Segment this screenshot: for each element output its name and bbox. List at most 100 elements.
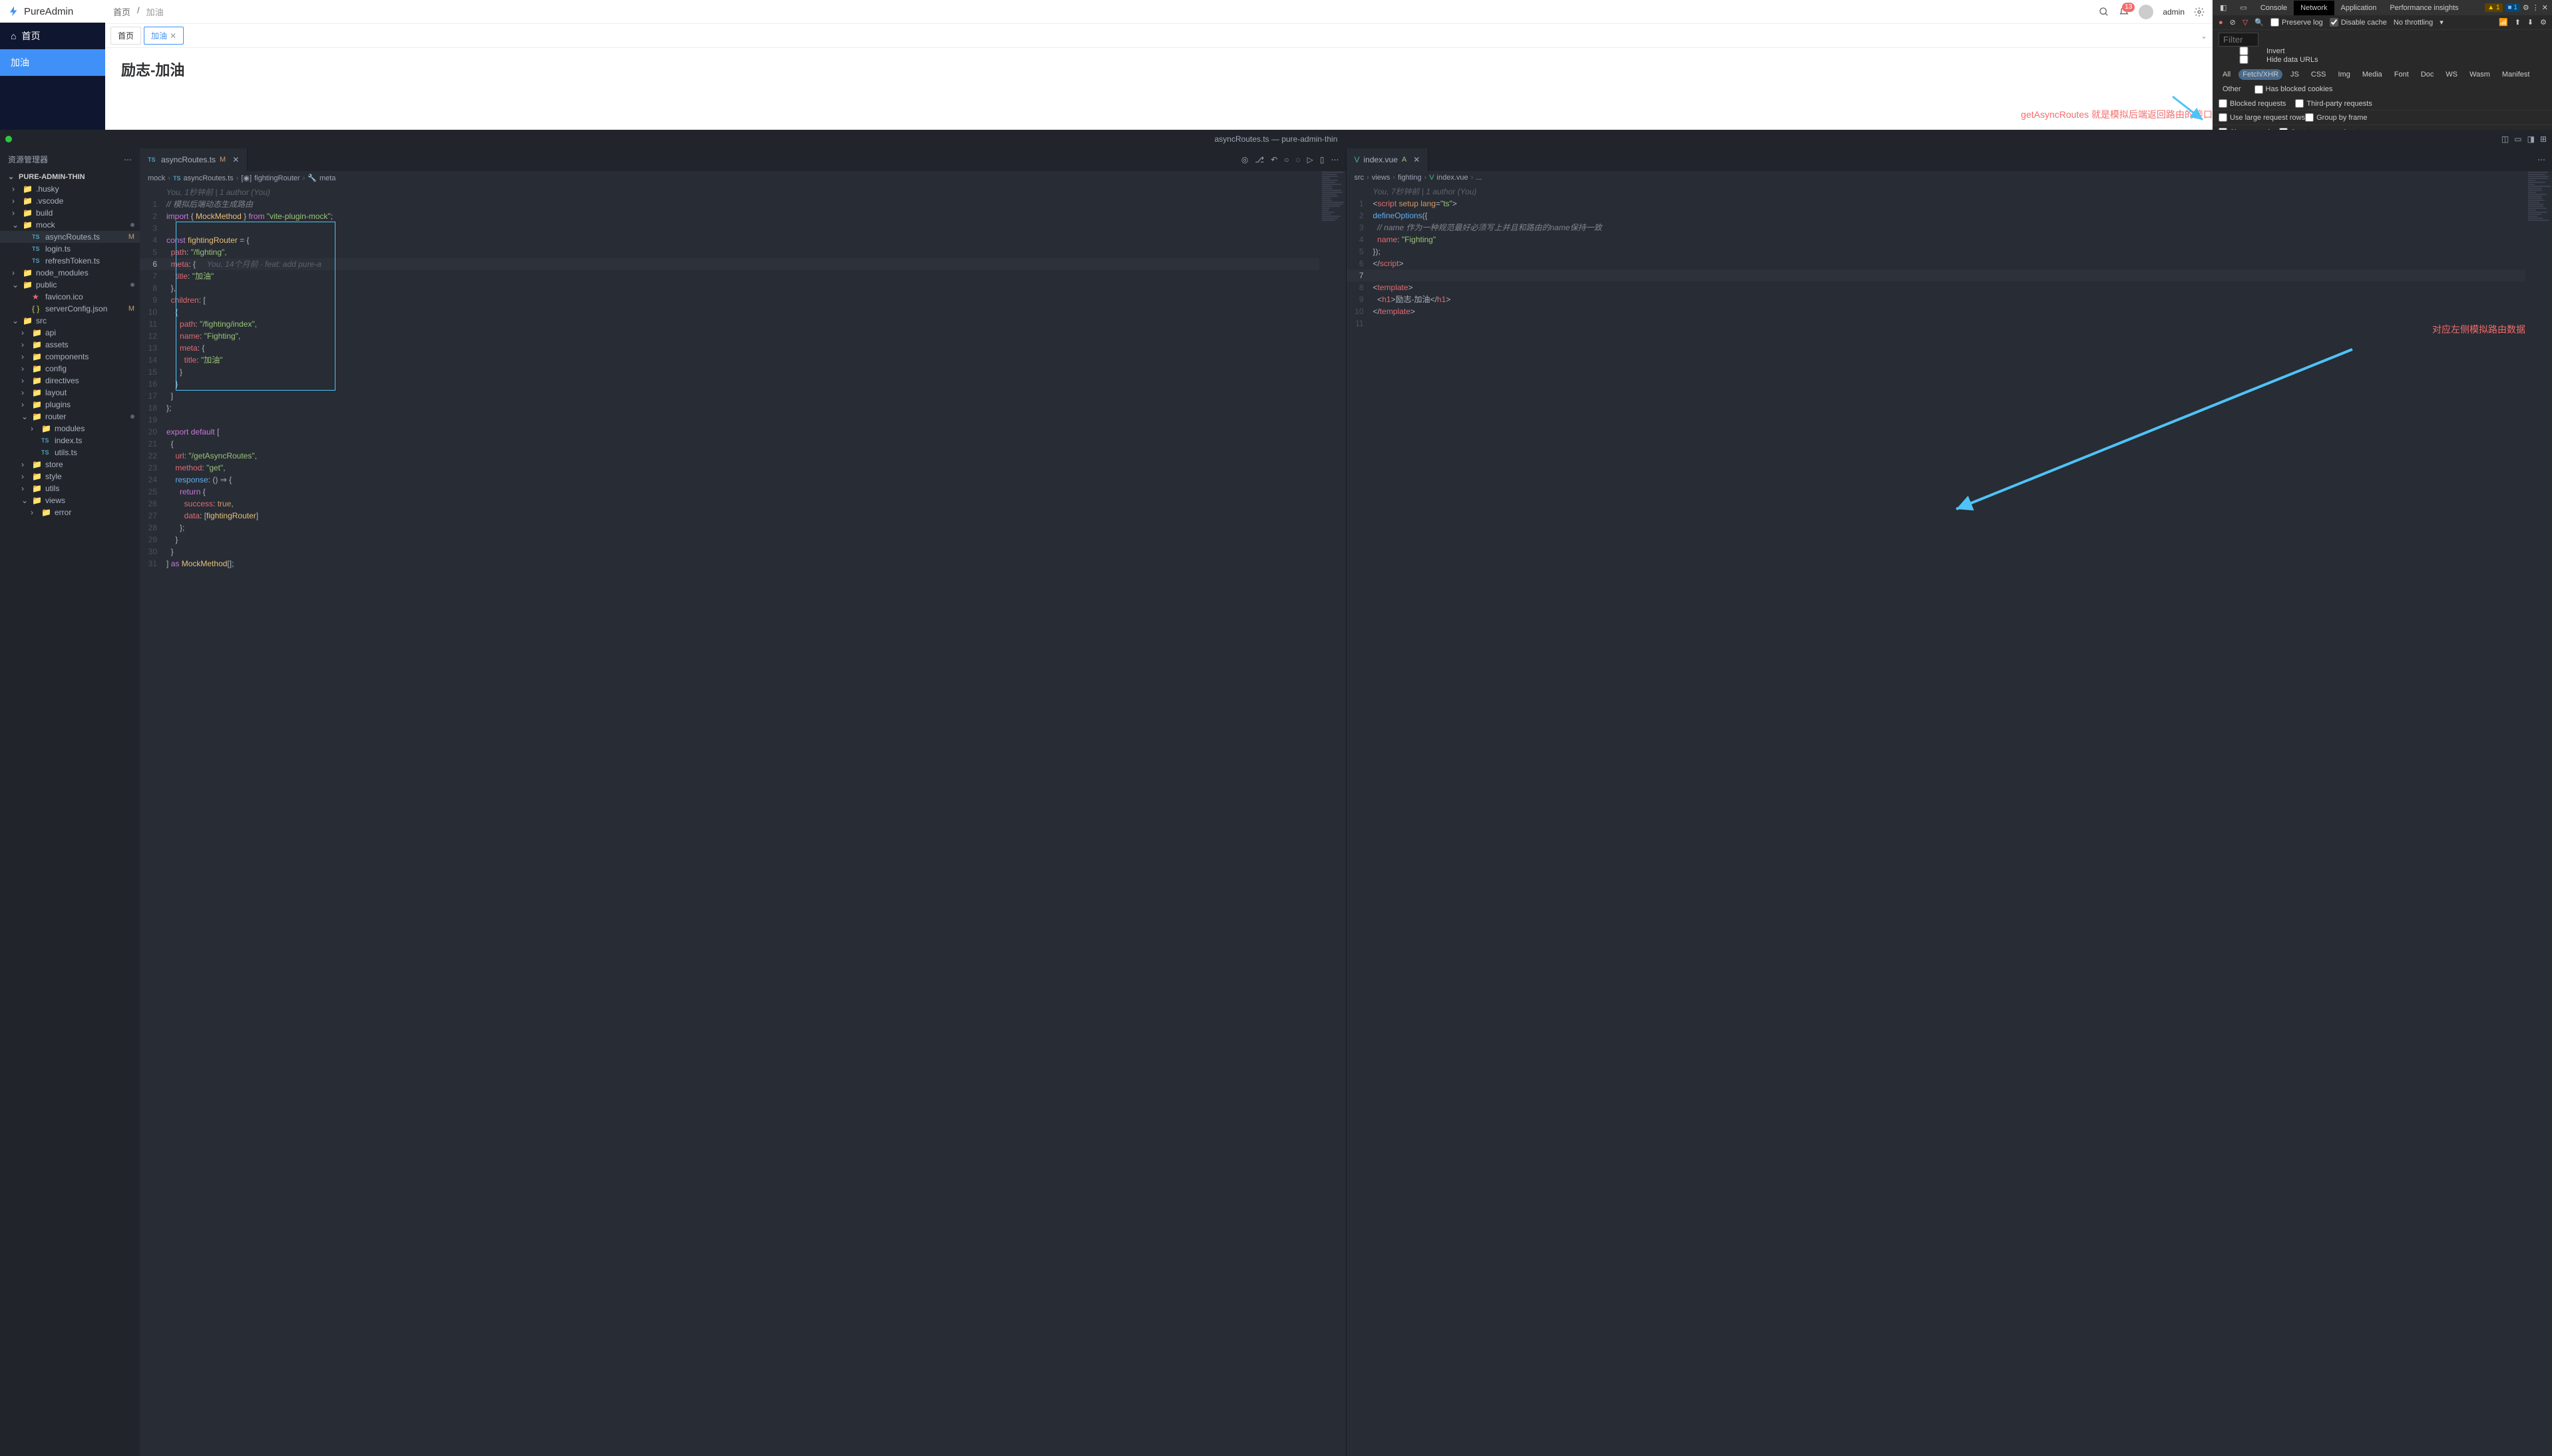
tree-item[interactable]: ›📁error [0, 506, 140, 518]
type-filter[interactable]: Font [2390, 69, 2413, 80]
tree-item[interactable]: ›📁api [0, 327, 140, 339]
minimap[interactable] [2525, 171, 2552, 1456]
tree-item[interactable]: ›📁store [0, 458, 140, 470]
layout-icon[interactable]: ▭ [2514, 134, 2521, 144]
action-icon[interactable]: ○ [1284, 155, 1289, 164]
tree-item[interactable]: ›📁components [0, 351, 140, 363]
invert-checkbox[interactable]: Invert [2224, 47, 2547, 55]
tree-item[interactable]: ⌄📁router [0, 411, 140, 423]
avatar[interactable] [2139, 5, 2153, 19]
third-party-checkbox[interactable]: Third-party requests [2295, 99, 2372, 108]
hide-data-urls-checkbox[interactable]: Hide data URLs [2224, 55, 2547, 64]
close-icon[interactable]: ✕ [170, 31, 176, 41]
gear-icon[interactable] [2194, 7, 2205, 17]
breadcrumbs[interactable]: mock› TS asyncRoutes.ts› [◉] fightingRou… [140, 171, 1346, 185]
tree-item[interactable]: ›📁node_modules [0, 267, 140, 279]
page-tab[interactable]: 首页 [110, 27, 141, 45]
warning-badge[interactable]: ▲ 1 [2485, 3, 2502, 12]
bell-icon[interactable]: 13 [2119, 7, 2129, 17]
action-icon[interactable]: ▷ [1307, 155, 1313, 164]
tab-application[interactable]: Application [2334, 1, 2384, 15]
close-tab-icon[interactable]: ✕ [1413, 155, 1420, 164]
tree-item[interactable]: ⌄📁views [0, 494, 140, 506]
layout-icon[interactable]: ◫ [2501, 134, 2509, 144]
throttling-select[interactable]: No throttling [2394, 19, 2433, 27]
blocked-requests-checkbox[interactable]: Blocked requests [2219, 99, 2286, 108]
info-badge[interactable]: ■ 1 [2505, 3, 2520, 12]
action-icon[interactable]: ◌ [1296, 155, 1301, 164]
record-icon[interactable]: ● [2219, 19, 2223, 27]
type-filter[interactable]: Img [2334, 69, 2354, 80]
type-filter[interactable]: Manifest [2498, 69, 2534, 80]
devtools-inspect-icon[interactable]: ◧ [2213, 0, 2233, 15]
tree-item[interactable]: ›📁assets [0, 339, 140, 351]
tree-item[interactable]: TSrefreshToken.ts [0, 255, 140, 267]
group-frame-checkbox[interactable]: Group by frame [2305, 113, 2367, 122]
large-rows-checkbox[interactable]: Use large request rows [2219, 113, 2305, 122]
devtools-device-icon[interactable]: ▭ [2233, 0, 2253, 15]
minimap[interactable] [1319, 171, 1346, 1456]
action-icon[interactable]: ◎ [1241, 155, 1248, 164]
tree-item[interactable]: { }serverConfig.jsonM [0, 303, 140, 315]
nav-home[interactable]: ⌂ 首页 [0, 23, 105, 49]
type-filter[interactable]: Wasm [2465, 69, 2494, 80]
tree-item[interactable]: TSutils.ts [0, 447, 140, 458]
action-icon[interactable]: ↶ [1271, 155, 1277, 164]
type-filter[interactable]: Fetch/XHR [2238, 69, 2282, 80]
logo[interactable]: PureAdmin [0, 0, 105, 23]
traffic-green-icon[interactable] [5, 136, 12, 142]
tab-network[interactable]: Network [2294, 1, 2334, 15]
tree-item[interactable]: ›📁.husky [0, 183, 140, 195]
project-name[interactable]: ⌄PURE-ADMIN-THIN [0, 170, 140, 183]
tab-dropdown-icon[interactable]: ⌄ [2201, 31, 2207, 41]
blocked-cookies-checkbox[interactable]: Has blocked cookies [2254, 85, 2333, 94]
code-editor[interactable]: You, 7秒钟前 | 1 author (You)1<script setup… [1347, 184, 2552, 1456]
username[interactable]: admin [2163, 7, 2185, 17]
action-icon[interactable]: ▯ [1320, 155, 1325, 164]
tree-item[interactable]: ⌄📁public [0, 279, 140, 291]
tree-item[interactable]: ›📁build [0, 207, 140, 219]
type-filter[interactable]: JS [2286, 69, 2303, 80]
tab-console[interactable]: Console [2254, 1, 2294, 15]
type-filter[interactable]: Media [2358, 69, 2386, 80]
tree-item[interactable]: TSindex.ts [0, 435, 140, 447]
type-filter[interactable]: Other [2219, 84, 2245, 94]
more-icon[interactable]: ⋯ [2537, 155, 2545, 164]
tree-item[interactable]: ›📁directives [0, 375, 140, 387]
tree-item[interactable]: ›📁.vscode [0, 195, 140, 207]
tree-item[interactable]: TSasyncRoutes.tsM [0, 231, 140, 243]
nav-fuel[interactable]: 加油 [0, 49, 105, 76]
tree-item[interactable]: ›📁style [0, 470, 140, 482]
close-tab-icon[interactable]: ✕ [232, 155, 239, 164]
search-icon[interactable]: 🔍 [2254, 18, 2264, 27]
upload-icon[interactable]: ⬆ [2515, 18, 2521, 27]
tree-item[interactable]: ⌄📁src [0, 315, 140, 327]
search-icon[interactable] [2099, 7, 2109, 17]
tree-item[interactable]: ⌄📁mock [0, 219, 140, 231]
page-tab[interactable]: 加油✕ [144, 27, 184, 45]
type-filter[interactable]: WS [2442, 69, 2461, 80]
clear-icon[interactable]: ⊘ [2230, 18, 2236, 27]
tree-item[interactable]: ›📁config [0, 363, 140, 375]
code-editor[interactable]: You, 1秒钟前 | 1 author (You)1// 模拟后端动态生成路由… [140, 185, 1346, 1456]
tree-item[interactable]: ›📁plugins [0, 399, 140, 411]
tree-item[interactable]: TSlogin.ts [0, 243, 140, 255]
wifi-icon[interactable]: 📶 [2499, 18, 2508, 27]
filter-icon[interactable]: ▽ [2242, 18, 2248, 27]
tree-item[interactable]: ›📁layout [0, 387, 140, 399]
tree-item[interactable]: ›📁modules [0, 423, 140, 435]
tree-item[interactable]: ★favicon.ico [0, 291, 140, 303]
tab-performance[interactable]: Performance insights [2383, 1, 2465, 15]
breadcrumbs[interactable]: src› views› fighting› V index.vue› ... [1347, 171, 2552, 184]
disable-cache-checkbox[interactable]: Disable cache [2330, 18, 2387, 27]
type-filter[interactable]: CSS [2307, 69, 2330, 80]
gear-icon[interactable]: ⚙ [2523, 3, 2529, 12]
action-icon[interactable]: ⎇ [1255, 155, 1264, 164]
type-filter[interactable]: All [2219, 69, 2234, 80]
editor-tab-index-vue[interactable]: V index.vue A ✕ [1347, 148, 1429, 171]
download-icon[interactable]: ⬇ [2527, 18, 2533, 27]
layout-icon[interactable]: ⊞ [2540, 134, 2547, 144]
more-icon[interactable]: ⋯ [1331, 155, 1339, 164]
type-filter[interactable]: Doc [2417, 69, 2438, 80]
tree-item[interactable]: ›📁utils [0, 482, 140, 494]
